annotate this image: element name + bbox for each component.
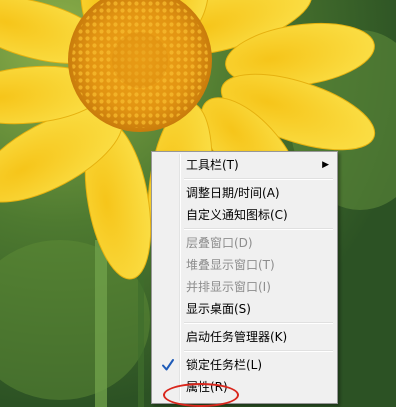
menu-item-task-manager[interactable]: 启动任务管理器(K): [154, 326, 335, 348]
menu-item-show-desktop-label: 显示桌面(S): [186, 302, 251, 316]
checkmark-icon: [162, 359, 174, 371]
menu-item-task-manager-label: 启动任务管理器(K): [186, 330, 288, 344]
menu-item-show-desktop[interactable]: 显示桌面(S): [154, 298, 335, 320]
menu-item-cascade-windows: 层叠窗口(D): [154, 232, 335, 254]
menu-item-side-by-side-windows: 并排显示窗口(I): [154, 276, 335, 298]
menu-item-toolbars[interactable]: 工具栏(T) ▶: [154, 154, 335, 176]
menu-item-properties-label: 属性(R): [186, 380, 228, 394]
desktop: 工具栏(T) ▶ 调整日期/时间(A) 自定义通知图标(C) 层叠窗口(D) 堆…: [0, 0, 396, 407]
menu-item-properties[interactable]: 属性(R): [154, 376, 335, 398]
menu-item-stack-windows: 堆叠显示窗口(T): [154, 254, 335, 276]
menu-item-adjust-datetime-label: 调整日期/时间(A): [186, 186, 280, 200]
taskbar-context-menu: 工具栏(T) ▶ 调整日期/时间(A) 自定义通知图标(C) 层叠窗口(D) 堆…: [151, 151, 338, 404]
menu-item-customize-notification-icons[interactable]: 自定义通知图标(C): [154, 204, 335, 226]
menu-item-toolbars-label: 工具栏(T): [186, 158, 239, 172]
menu-item-customize-notification-icons-label: 自定义通知图标(C): [186, 208, 288, 222]
menu-item-stack-windows-label: 堆叠显示窗口(T): [186, 258, 275, 272]
submenu-arrow-icon: ▶: [322, 160, 329, 170]
menu-item-cascade-windows-label: 层叠窗口(D): [186, 236, 253, 250]
menu-item-lock-taskbar[interactable]: 锁定任务栏(L): [154, 354, 335, 376]
menu-item-adjust-datetime[interactable]: 调整日期/时间(A): [154, 182, 335, 204]
menu-item-side-by-side-windows-label: 并排显示窗口(I): [186, 280, 271, 294]
menu-item-lock-taskbar-label: 锁定任务栏(L): [186, 358, 263, 372]
